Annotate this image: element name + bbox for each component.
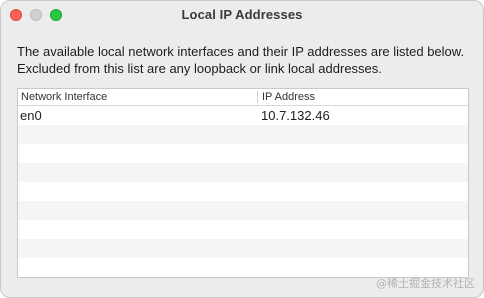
interface-cell: en0 [20, 108, 42, 123]
column-divider[interactable] [257, 91, 258, 103]
table-body: en0 10.7.132.46 [18, 106, 468, 277]
watermark: @稀土掘金技术社区 [376, 277, 475, 290]
table-row[interactable]: en0 10.7.132.46 [18, 106, 468, 125]
column-header-network-interface[interactable]: Network Interface [21, 90, 257, 105]
empty-row [18, 220, 468, 239]
table-header: Network Interface IP Address [18, 89, 468, 106]
local-ip-addresses-window: Local IP Addresses The available local n… [0, 0, 484, 298]
interfaces-table[interactable]: Network Interface IP Address en0 10.7.13… [17, 88, 469, 278]
empty-row [18, 125, 468, 144]
empty-row [18, 182, 468, 201]
empty-row [18, 201, 468, 220]
description-text: The available local network interfaces a… [17, 44, 472, 76]
ip-address-cell: 10.7.132.46 [261, 108, 330, 123]
empty-row [18, 239, 468, 258]
column-header-ip-address[interactable]: IP Address [262, 90, 462, 105]
empty-row [18, 144, 468, 163]
window-title: Local IP Addresses [181, 7, 303, 22]
title-bar[interactable]: Local IP Addresses [1, 1, 483, 29]
empty-row [18, 163, 468, 182]
